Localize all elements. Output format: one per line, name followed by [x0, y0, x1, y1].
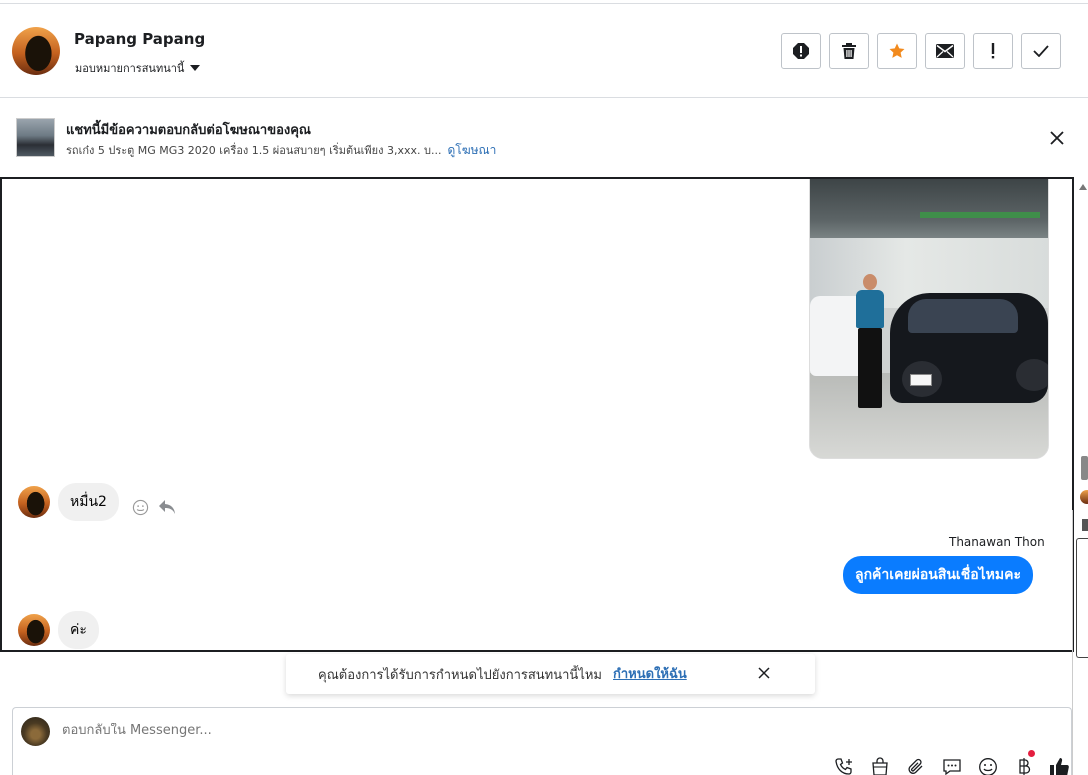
header-actions [781, 33, 1061, 69]
star-icon [889, 43, 905, 58]
notification-dot [1028, 750, 1035, 757]
assign-reminder-text: คุณต้องการได้รับการกำหนดไปยังการสนทนานี้… [318, 668, 602, 683]
contact-avatar-small[interactable] [18, 486, 50, 518]
smiley-icon [133, 499, 149, 515]
paperclip-icon [908, 758, 923, 774]
close-toast-button[interactable] [754, 663, 774, 683]
shared-photo[interactable] [809, 179, 1049, 459]
like-button[interactable] [1049, 756, 1071, 775]
saved-replies-button[interactable] [941, 756, 963, 775]
close-ad-banner-button[interactable] [1046, 127, 1068, 149]
incoming-message-bubble[interactable]: ค่ะ [58, 611, 99, 649]
envelope-icon [936, 44, 954, 58]
mark-done-button[interactable] [1021, 33, 1061, 69]
call-button[interactable] [833, 756, 855, 775]
caret-down-icon [190, 65, 201, 71]
baht-icon [1019, 758, 1031, 775]
side-panel-avatar[interactable] [1080, 490, 1088, 504]
emoji-button[interactable] [977, 756, 999, 775]
thumbs-up-icon [1050, 758, 1069, 775]
incoming-message-bubble[interactable]: หมื่น2 [58, 483, 119, 521]
follow-up-button[interactable] [973, 33, 1013, 69]
shopping-bag-icon [872, 757, 888, 775]
scrollbar-thumb[interactable] [1081, 456, 1088, 480]
contact-avatar[interactable] [12, 27, 60, 75]
message-actions [131, 497, 177, 517]
contact-avatar-small[interactable] [18, 614, 50, 646]
conversation-header: Papang Papang มอบหมายการสนทนานี้ [0, 4, 1088, 98]
view-ad-link[interactable]: ดูโฆษณา [447, 143, 496, 157]
message-composer [12, 707, 1072, 775]
ad-thumbnail[interactable] [16, 118, 55, 157]
outgoing-message-bubble[interactable]: ลูกค้าเคยผ่อนสินเชื่อไหมคะ [843, 556, 1034, 594]
incoming-message-row: หมื่น2 [18, 483, 177, 521]
close-icon [1050, 131, 1064, 145]
attach-button[interactable] [905, 756, 927, 775]
ad-reply-banner: แชทนี้มีข้อความตอบกลับต่อโฆษณาของคุณ รถเ… [0, 98, 1088, 177]
composer-tools [833, 750, 1071, 775]
chat-bubble-icon [943, 759, 961, 775]
smiley-icon [979, 758, 997, 775]
assign-reminder-toast: คุณต้องการได้รับการกำหนดไปยังการสนทนานี้… [286, 654, 815, 694]
trash-icon [842, 43, 856, 59]
star-button[interactable] [877, 33, 917, 69]
check-icon [1033, 45, 1049, 57]
report-icon [793, 43, 809, 59]
ad-description: รถเก๋ง 5 ประตู MG MG3 2020 เครื่อง 1.5 ผ… [66, 141, 496, 160]
phone-plus-icon [835, 758, 852, 775]
assign-to-me-link[interactable]: กำหนดให้ฉัน [613, 663, 687, 684]
delete-button[interactable] [829, 33, 869, 69]
ad-description-text: รถเก๋ง 5 ประตู MG MG3 2020 เครื่อง 1.5 ผ… [66, 144, 442, 157]
contact-name[interactable]: Papang Papang [74, 30, 205, 48]
payment-button[interactable] [1013, 750, 1035, 775]
exclamation-icon [991, 43, 995, 59]
close-icon [758, 667, 770, 679]
side-panel-divider [1072, 510, 1073, 775]
reply-button[interactable] [157, 497, 177, 517]
page-avatar [21, 717, 50, 746]
assign-conversation-dropdown[interactable]: มอบหมายการสนทนานี้ [75, 59, 201, 77]
side-panel-edge [1076, 538, 1088, 658]
side-panel-thumbnail[interactable] [1082, 519, 1088, 531]
outgoing-message-row: ลูกค้าเคยผ่อนสินเชื่อไหมคะ [843, 556, 1034, 594]
incoming-message-row: ค่ะ [18, 611, 99, 649]
message-thread[interactable]: หมื่น2 Thanawan Thon ลูกค้าเคยผ่อนสินเชื… [0, 177, 1074, 652]
reply-input[interactable] [62, 723, 762, 738]
sender-name: Thanawan Thon [949, 535, 1045, 549]
reply-icon [158, 500, 175, 514]
react-button[interactable] [131, 497, 151, 517]
assign-label: มอบหมายการสนทนานี้ [75, 62, 185, 75]
ad-banner-title: แชทนี้มีข้อความตอบกลับต่อโฆษณาของคุณ [66, 123, 311, 138]
mark-unread-button[interactable] [925, 33, 965, 69]
shop-button[interactable] [869, 756, 891, 775]
scroll-up-arrow-icon[interactable] [1079, 184, 1087, 190]
report-button[interactable] [781, 33, 821, 69]
